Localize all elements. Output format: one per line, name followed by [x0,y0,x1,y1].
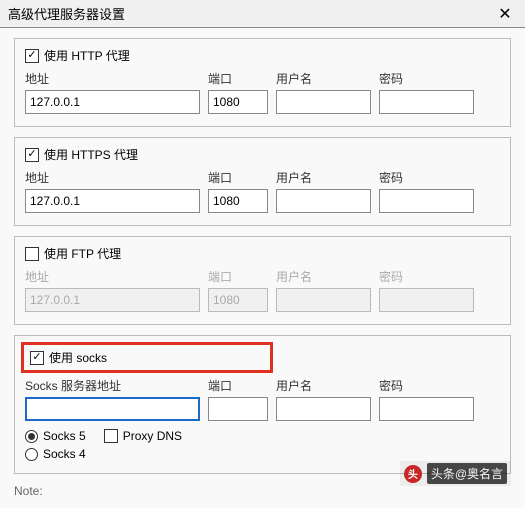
http-pass-label: 密码 [379,70,474,90]
close-button[interactable]: ✕ [485,0,525,28]
https-pass-label: 密码 [379,169,474,189]
dialog-content: 使用 HTTP 代理 地址 端口 用户名 密码 使用 HTTPS 代理 [0,28,525,508]
https-user-input[interactable] [276,189,371,213]
http-port-input[interactable] [208,90,268,114]
socks-enable-label: 使用 socks [49,349,107,366]
ftp-address-label: 地址 [25,268,200,288]
https-user-label: 用户名 [276,169,371,189]
proxy-dns-label: Proxy DNS [123,429,182,443]
ftp-port-label: 端口 [208,268,268,288]
socks4-radio[interactable] [25,448,38,461]
socks-pass-input[interactable] [379,397,474,421]
socks-port-input[interactable] [208,397,268,421]
watermark: 头 头条@奥名言 [400,461,511,486]
ftp-address-input [25,288,200,312]
ftp-enable-label: 使用 FTP 代理 [44,245,121,262]
http-enable-label: 使用 HTTP 代理 [44,47,130,64]
note-label: Note: [14,484,511,498]
watermark-text: 头条@奥名言 [427,463,507,484]
socks-user-label: 用户名 [276,377,371,397]
https-proxy-group: 使用 HTTPS 代理 地址 端口 用户名 密码 [14,137,511,226]
https-enable-label: 使用 HTTPS 代理 [44,146,138,163]
close-icon: ✕ [498,4,511,24]
socks4-radio-label: Socks 4 [43,447,86,461]
socks-pass-label: 密码 [379,377,474,397]
ftp-pass-input [379,288,474,312]
https-enable-checkbox[interactable] [25,148,39,162]
http-port-label: 端口 [208,70,268,90]
ftp-user-input [276,288,371,312]
ftp-enable-checkbox[interactable] [25,247,39,261]
http-proxy-group: 使用 HTTP 代理 地址 端口 用户名 密码 [14,38,511,127]
ftp-proxy-group: 使用 FTP 代理 地址 端口 用户名 密码 [14,236,511,325]
https-pass-input[interactable] [379,189,474,213]
https-port-label: 端口 [208,169,268,189]
http-address-input[interactable] [25,90,200,114]
titlebar: 高级代理服务器设置 ✕ [0,0,525,28]
https-port-input[interactable] [208,189,268,213]
socks-highlight-annotation: 使用 socks [21,342,273,373]
socks-proxy-group: 使用 socks Socks 服务器地址 端口 用户名 密码 Socks 5 [14,335,511,474]
dialog-window: 高级代理服务器设置 ✕ 使用 HTTP 代理 地址 端口 用户名 密码 [0,0,525,500]
http-user-input[interactable] [276,90,371,114]
socks5-radio-label: Socks 5 [43,429,86,443]
https-address-input[interactable] [25,189,200,213]
watermark-logo-icon: 头 [404,465,422,483]
http-user-label: 用户名 [276,70,371,90]
socks-port-label: 端口 [208,377,268,397]
socks-user-input[interactable] [276,397,371,421]
socks-enable-checkbox[interactable] [30,351,44,365]
ftp-user-label: 用户名 [276,268,371,288]
socks5-radio[interactable] [25,430,38,443]
ftp-port-input [208,288,268,312]
http-address-label: 地址 [25,70,200,90]
https-address-label: 地址 [25,169,200,189]
proxy-dns-checkbox[interactable] [104,429,118,443]
dialog-title: 高级代理服务器设置 [8,4,485,23]
http-enable-checkbox[interactable] [25,49,39,63]
socks-address-label: Socks 服务器地址 [25,377,200,397]
socks-address-input[interactable] [25,397,200,421]
http-pass-input[interactable] [379,90,474,114]
ftp-pass-label: 密码 [379,268,474,288]
